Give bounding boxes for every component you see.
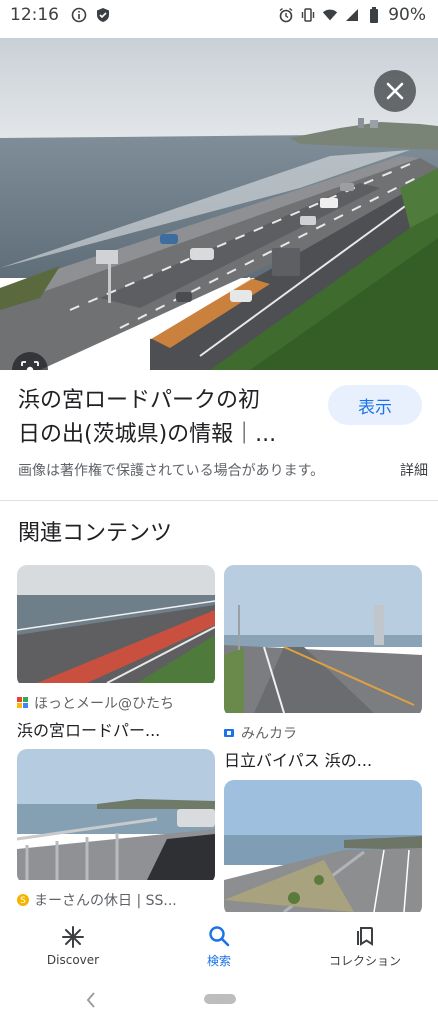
related-card[interactable]: S まーさんの休日 | SS... — [17, 749, 215, 910]
close-button[interactable] — [374, 70, 416, 112]
source-favicon-icon: S — [17, 894, 29, 906]
status-bar: 12:16 90% — [0, 0, 438, 30]
close-icon — [386, 82, 404, 100]
source-favicon-icon — [224, 727, 236, 739]
battery-icon — [366, 7, 382, 23]
card-source: まーさんの休日 | SS... — [34, 893, 177, 909]
source-favicon-icon — [17, 697, 29, 709]
card-title: 日立バイパス 浜の... — [224, 751, 373, 770]
nav-discover[interactable]: Discover — [0, 912, 146, 980]
details-link[interactable]: 詳細 — [400, 460, 428, 480]
divider — [0, 500, 438, 501]
copyright-note: 画像は著作権で保護されている場合があります。 — [18, 463, 325, 479]
hero-photo — [0, 38, 438, 370]
card-title: 浜の宮ロードパー... — [17, 721, 161, 740]
card-thumbnail — [224, 565, 422, 717]
nav-collections-label: コレクション — [328, 953, 401, 968]
alarm-icon — [278, 7, 294, 23]
collections-icon — [357, 926, 373, 946]
related-heading: 関連コンテンツ — [18, 521, 173, 546]
result-title-line2: 日の出(茨城県)の情報｜... — [18, 422, 277, 447]
nav-search-label: 検索 — [206, 953, 231, 968]
show-button[interactable]: 表示 — [328, 385, 422, 425]
card-thumbnail — [224, 780, 422, 916]
related-card[interactable]: みんカラ 日立バイパス 浜の... — [224, 565, 422, 771]
asterisk-icon — [62, 926, 84, 948]
card-source: ほっとメール@ひたち — [34, 696, 174, 712]
result-title-line1: 浜の宮ロードパークの初 — [18, 388, 261, 413]
bottom-nav: Discover 検索 コレクション — [0, 912, 438, 980]
shield-icon — [95, 7, 111, 23]
system-nav-bar — [0, 980, 438, 1024]
hero-image[interactable] — [0, 38, 438, 370]
related-card[interactable]: ほっとメール@ひたち 浜の宮ロードパー... — [17, 565, 215, 741]
vibrate-icon — [300, 7, 316, 23]
info-icon — [71, 7, 87, 23]
result-title[interactable]: 浜の宮ロードパークの初 日の出(茨城県)の情報｜... — [18, 384, 318, 452]
card-thumbnail — [17, 749, 215, 884]
signal-icon — [344, 7, 360, 23]
card-source: みんカラ — [241, 726, 297, 742]
nav-discover-label: Discover — [46, 953, 100, 967]
back-arrow-icon[interactable] — [84, 990, 98, 1010]
wifi-icon — [322, 7, 338, 23]
nav-collections[interactable]: コレクション — [292, 912, 438, 980]
search-icon — [209, 925, 230, 946]
related-card[interactable] — [224, 780, 422, 916]
copyright-row: 画像は著作権で保護されている場合があります。 詳細 — [18, 460, 428, 480]
home-pill[interactable] — [204, 994, 236, 1004]
svg-text:S: S — [20, 896, 26, 906]
lens-icon — [21, 361, 39, 370]
nav-search[interactable]: 検索 — [146, 912, 292, 980]
card-thumbnail — [17, 565, 215, 687]
battery-percent: 90% — [388, 5, 426, 25]
status-time: 12:16 — [10, 5, 59, 25]
